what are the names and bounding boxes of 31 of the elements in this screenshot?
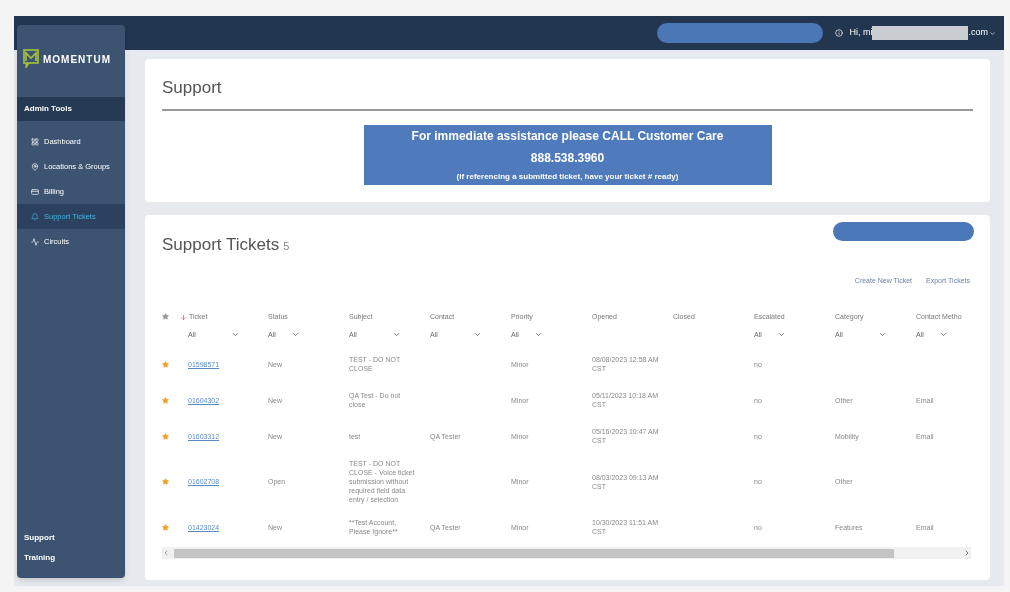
star-icon[interactable] bbox=[162, 523, 169, 531]
sidebar-link[interactable]: Training bbox=[17, 548, 125, 568]
card-icon bbox=[31, 187, 39, 196]
email-suffix: .com bbox=[968, 26, 988, 40]
bell-icon bbox=[31, 212, 39, 221]
section-title: Support Tickets bbox=[162, 234, 280, 256]
star-icon bbox=[162, 313, 169, 320]
action-button[interactable] bbox=[833, 222, 974, 241]
horizontal-scrollbar[interactable] bbox=[162, 547, 971, 559]
logo-text: MOMENTUM bbox=[43, 52, 111, 67]
search-field[interactable] bbox=[657, 23, 824, 43]
star-icon[interactable] bbox=[162, 396, 169, 404]
callout-note: (If referencing a submitted ticket, have your ticket # ready) bbox=[456, 170, 679, 183]
star-icon[interactable] bbox=[162, 360, 169, 368]
pin-icon bbox=[31, 162, 39, 171]
phone-number: 888.538.3960 bbox=[530, 149, 605, 167]
logo-icon bbox=[23, 49, 39, 69]
ticket-count: 5 bbox=[283, 239, 290, 254]
sort-arrow-icon[interactable] bbox=[180, 313, 187, 321]
scrollbar-thumb[interactable] bbox=[174, 548, 894, 558]
caret-icon[interactable] bbox=[989, 29, 996, 37]
pulse-icon bbox=[31, 237, 39, 246]
star-icon[interactable] bbox=[162, 432, 169, 440]
user-greeting: Hi, mi bbox=[849, 26, 873, 40]
info-icon bbox=[835, 29, 844, 37]
star-icon[interactable] bbox=[162, 478, 169, 485]
sidebar-link[interactable]: Support bbox=[17, 528, 125, 548]
callout-heading: For immediate assistance please CALL Customer Care bbox=[411, 127, 724, 145]
page-title: Support bbox=[162, 75, 973, 111]
grid-icon bbox=[31, 137, 39, 146]
section-header: Admin Tools bbox=[17, 97, 125, 121]
